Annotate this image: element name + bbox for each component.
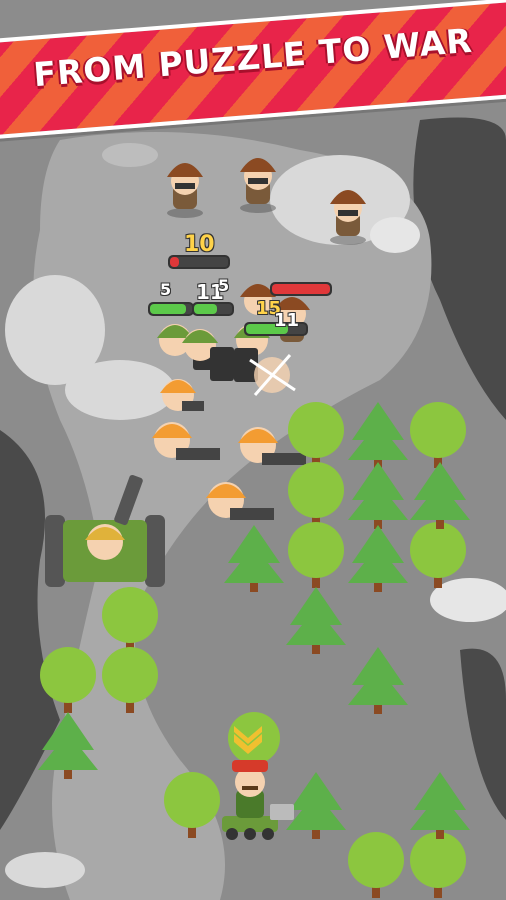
game-scene[interactable] [0,0,506,900]
hp-number: 11 [274,310,300,331]
hp-number: 5 [160,280,172,299]
damage-number: 10 [184,232,215,257]
ally-health-bar [192,302,234,316]
enemy-health-bar [168,255,230,269]
hp-number: 5 [218,276,230,295]
enemy-health-bar [270,282,332,296]
ally-health-bar [148,302,194,316]
